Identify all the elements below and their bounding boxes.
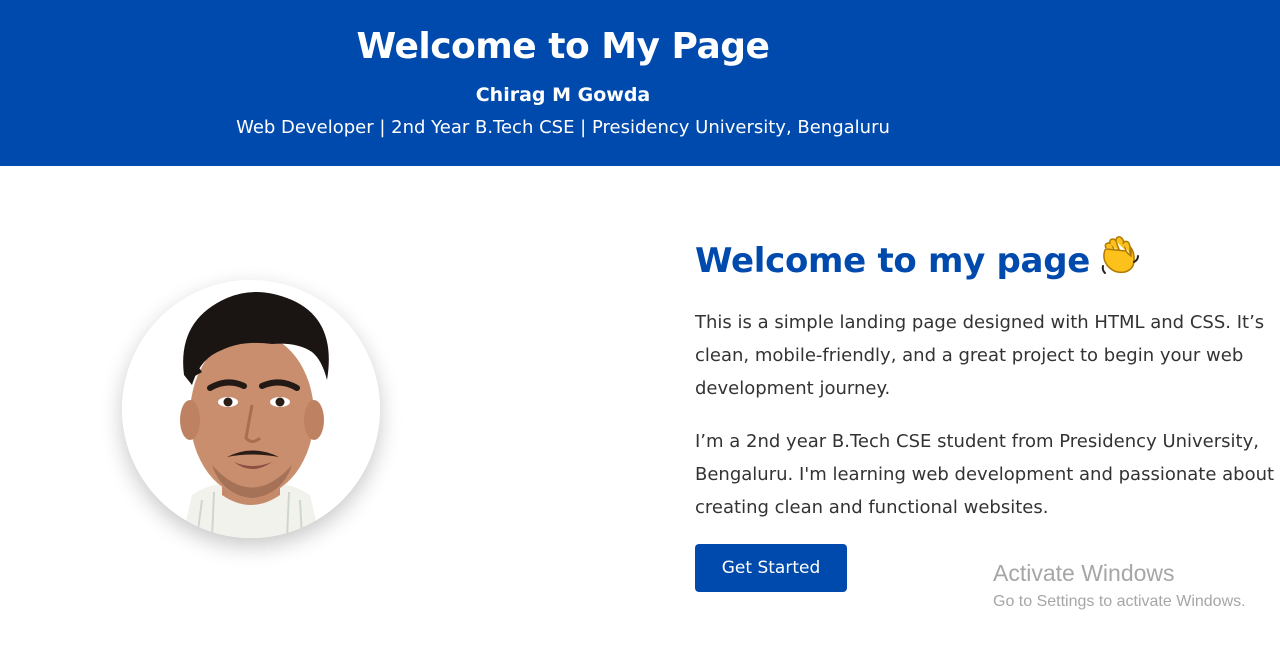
header-author-name: Chirag M Gowda [475, 84, 651, 106]
intro-heading-text: Welcome to my page [695, 241, 1090, 281]
waving-hand-icon [1098, 234, 1142, 287]
intro-heading: Welcome to my page [695, 234, 1142, 287]
get-started-button[interactable]: Get Started [695, 544, 847, 592]
profile-photo-icon [122, 280, 380, 538]
intro-paragraph-2: I’m a 2nd year B.Tech CSE student from P… [695, 431, 1275, 518]
watermark-title: Activate Windows [993, 560, 1175, 586]
activate-windows-watermark: Activate Windows Go to Settings to activ… [993, 560, 1246, 611]
header-title: Welcome to My Page [356, 26, 770, 67]
header-tagline: Web Developer | 2nd Year B.Tech CSE | Pr… [236, 117, 890, 138]
profile-avatar [122, 280, 380, 538]
intro-paragraph-1: This is a simple landing page designed w… [695, 312, 1265, 399]
watermark-subtitle: Go to Settings to activate Windows. [993, 593, 1246, 610]
site-header: Welcome to My Page Chirag M Gowda Web De… [0, 0, 1280, 166]
